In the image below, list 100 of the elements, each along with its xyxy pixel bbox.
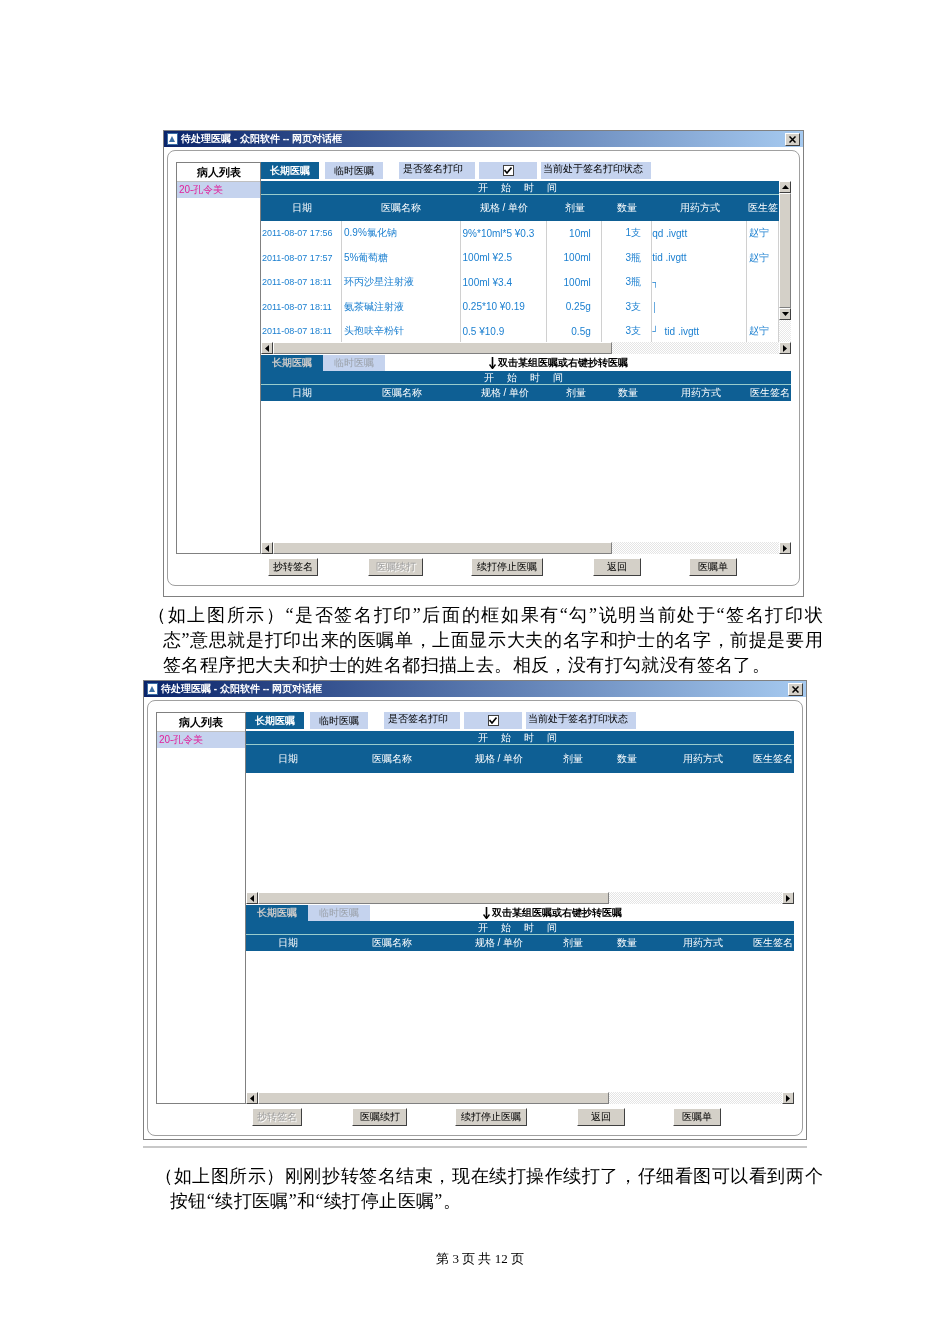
window-icon <box>167 133 178 145</box>
tab[interactable]: 长期医嘱 <box>246 712 304 729</box>
scroll-right-button[interactable] <box>782 1092 794 1104</box>
vertical-scrollbar[interactable] <box>779 181 791 342</box>
table-cell: tid .ivgtt <box>652 252 687 264</box>
sign-status-label: 当前处于签名打印状态 <box>541 162 651 179</box>
dialog-button[interactable]: 续打停止医嘱 <box>455 1108 527 1126</box>
down-triangle-icon <box>781 312 789 316</box>
paragraph: （如上图所示）刚刚抄转签名结束，现在续打操作续打了，仔细看图可以看到两个按钮“续打医嘱”和“续打停止医嘱”。 <box>155 1165 823 1213</box>
column-header: 数量 <box>616 936 639 950</box>
window-title: 待处理医嘱 - 众阳软件 -- 网页对话框 <box>181 132 344 146</box>
column-header: 医生签名 <box>752 936 794 950</box>
scroll-right-button[interactable] <box>779 542 791 554</box>
paragraph: （如上图所示）“是否签名打印”后面的框如果有“勾”说明当前处于“签名打印状态”意思就是打印出来的医嘱单，上面显示大夫的名字和护士的名字，前提是要用签名程序把大夫和护士的姓名都扫描上去。相反，没有打勾就没有签名了。 <box>148 604 823 677</box>
column-header: 剂量 <box>561 936 584 950</box>
scroll-left-button[interactable] <box>261 542 273 554</box>
scrollbar-thumb[interactable] <box>258 892 609 904</box>
dialog-button[interactable]: 抄转签名 <box>268 558 318 576</box>
table-cell: 100ml ¥3.4 <box>460 270 548 295</box>
table-cell: tid .ivgtt <box>664 325 699 337</box>
dialog-button[interactable]: 医嘱单 <box>673 1108 721 1126</box>
page-footer: 第 3 页 共 12 页 <box>0 1250 950 1268</box>
column-header: 数量 <box>615 201 638 215</box>
table-cell: 3瓶 <box>601 245 653 270</box>
column-header: 数量 <box>617 386 640 400</box>
group-bracket: │ <box>652 301 658 312</box>
dialog-button[interactable]: 医嘱续打 <box>352 1108 407 1126</box>
hint-text: 双击某组医嘱或右键抄转医嘱 <box>497 356 628 370</box>
dialog-button[interactable]: 续打停止医嘱 <box>471 558 543 576</box>
horizontal-scrollbar[interactable] <box>261 342 791 354</box>
scroll-right-button[interactable] <box>782 892 794 904</box>
down-arrow-icon <box>488 357 496 369</box>
column-header: 剂量 <box>561 752 584 766</box>
table-cell: 2011-08-07 17:57 <box>261 245 342 270</box>
dialog-button[interactable]: 返回 <box>577 1108 625 1126</box>
column-header: 用药方式 <box>680 386 723 400</box>
table-cell: 1支 <box>601 221 653 246</box>
column-header: 规格 / 单价 <box>479 386 531 400</box>
horizontal-scrollbar[interactable] <box>246 892 794 904</box>
group-bracket: ┘ <box>652 326 659 337</box>
column-header: 医嘱名称 <box>371 752 414 766</box>
column-header: 规格 / 单价 <box>473 936 525 950</box>
tab[interactable]: 长期医嘱 <box>261 162 319 179</box>
close-icon <box>792 685 799 693</box>
column-group-header: 开 始 时 间 <box>261 371 791 385</box>
window-title: 待处理医嘱 - 众阳软件 -- 网页对话框 <box>161 682 324 696</box>
table-cell: qd .ivgtt <box>652 227 688 239</box>
column-header: 用药方式 <box>678 201 721 215</box>
close-icon <box>789 135 796 143</box>
scrollbar-thumb[interactable] <box>273 342 613 354</box>
dialog-button[interactable]: 医嘱单 <box>689 558 737 576</box>
scroll-left-button[interactable] <box>246 1092 258 1104</box>
checkmark-icon <box>489 717 497 724</box>
column-header: 规格 / 单价 <box>478 201 530 215</box>
close-button[interactable] <box>785 132 800 146</box>
hint-text: 双击某组医嘱或右键抄转医嘱 <box>491 906 622 920</box>
scroll-left-button[interactable] <box>261 342 273 354</box>
table-cell: 100ml ¥2.5 <box>460 245 548 270</box>
sign-print-label: 是否签名打印 <box>384 712 460 729</box>
table-cell: 2011-08-07 17:56 <box>261 221 342 246</box>
dialog-button[interactable]: 返回 <box>593 558 641 576</box>
column-header: 用药方式 <box>681 936 724 950</box>
sign-print-checkbox[interactable] <box>487 715 499 726</box>
left-triangle-icon <box>250 1094 254 1102</box>
right-triangle-icon <box>786 1094 790 1102</box>
column-group-header: 开 始 时 间 <box>246 921 794 935</box>
scroll-up-button[interactable] <box>779 181 791 193</box>
table-cell: 3瓶 <box>601 270 653 295</box>
up-triangle-icon <box>781 185 789 189</box>
right-triangle-icon <box>783 344 787 352</box>
table-cell: 环丙沙星注射液 <box>342 270 461 295</box>
column-header: 日期 <box>277 936 300 950</box>
table-cell: 0.25*10 ¥0.19 <box>460 294 548 319</box>
table-cell-text: 赵宁 <box>748 250 770 265</box>
horizontal-scrollbar[interactable] <box>246 1092 794 1104</box>
table-cell: 2011-08-07 18:11 <box>261 294 342 319</box>
tab[interactable]: 临时医嘱 <box>310 712 368 729</box>
scroll-down-button[interactable] <box>779 308 791 320</box>
scrollbar-thumb[interactable] <box>258 1092 609 1104</box>
close-button[interactable] <box>788 682 803 696</box>
scroll-left-button[interactable] <box>246 892 258 904</box>
table-cell: 0.9%氯化钠 <box>342 221 461 246</box>
column-header: 医嘱名称 <box>371 936 414 950</box>
table-cell: 100ml <box>547 245 602 270</box>
horizontal-scrollbar[interactable] <box>261 542 791 554</box>
column-group-header: 开 始 时 间 <box>261 181 779 195</box>
scroll-right-button[interactable] <box>779 342 791 354</box>
right-triangle-icon <box>783 544 787 552</box>
column-header: 规格 / 单价 <box>473 752 525 766</box>
left-triangle-icon <box>250 894 254 902</box>
table-cell: 氨茶碱注射液 <box>342 294 461 319</box>
table-cell: 10ml <box>547 221 602 246</box>
column-header: 医嘱名称 <box>380 386 423 400</box>
scrollbar-thumb[interactable] <box>273 542 613 554</box>
scrollbar-thumb[interactable] <box>779 193 791 308</box>
sign-print-checkbox[interactable] <box>502 165 514 176</box>
column-header: 医生签 <box>747 201 779 215</box>
table-cell: 9%*10ml*5 ¥0.3 <box>460 221 548 246</box>
table-cell: 100ml <box>547 270 602 295</box>
tab[interactable]: 临时医嘱 <box>325 162 383 179</box>
